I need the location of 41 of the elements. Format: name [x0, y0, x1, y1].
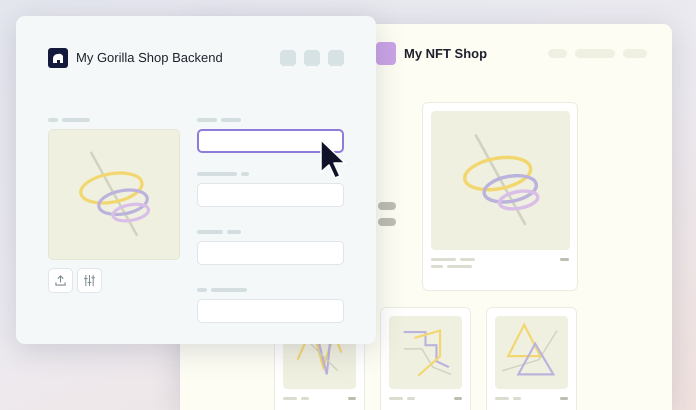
placeholder-line [283, 397, 297, 400]
price-tag [560, 258, 569, 261]
window-control[interactable] [304, 50, 320, 66]
sidebar-item[interactable] [378, 202, 396, 210]
placeholder-line [495, 397, 509, 400]
settings-button[interactable] [77, 268, 102, 293]
window-control[interactable] [280, 50, 296, 66]
product-card[interactable] [380, 307, 471, 410]
gorilla-logo-icon [48, 48, 68, 68]
placeholder-line [227, 230, 241, 234]
logo-icon [376, 42, 396, 65]
placeholder-line [301, 397, 309, 400]
placeholder-line [197, 118, 217, 122]
placeholder-line [431, 258, 456, 261]
upload-button[interactable] [48, 268, 73, 293]
placeholder-line [431, 265, 443, 268]
window-control[interactable] [328, 50, 344, 66]
placeholder-line [513, 397, 521, 400]
placeholder-line [389, 397, 403, 400]
product-card[interactable] [486, 307, 577, 410]
placeholder-line [447, 265, 472, 268]
placeholder-line [197, 172, 237, 176]
placeholder-line [197, 288, 207, 292]
placeholder-line [407, 397, 415, 400]
window-title: My Gorilla Shop Backend [76, 49, 223, 68]
price-tag [348, 397, 356, 400]
sliders-icon [84, 275, 95, 286]
sidebar-item[interactable] [378, 218, 396, 226]
placeholder-line [62, 118, 90, 122]
placeholder-line [221, 118, 241, 122]
upload-icon [55, 275, 66, 286]
price-tag [454, 397, 462, 400]
window-title: My NFT Shop [404, 44, 488, 63]
placeholder-line [211, 288, 247, 292]
price-tag [560, 397, 568, 400]
input-field[interactable] [197, 129, 344, 153]
placeholder-line [197, 230, 223, 234]
placeholder-line [460, 258, 475, 261]
placeholder-line [48, 118, 58, 122]
product-card[interactable] [422, 102, 578, 291]
placeholder-line [241, 172, 249, 176]
